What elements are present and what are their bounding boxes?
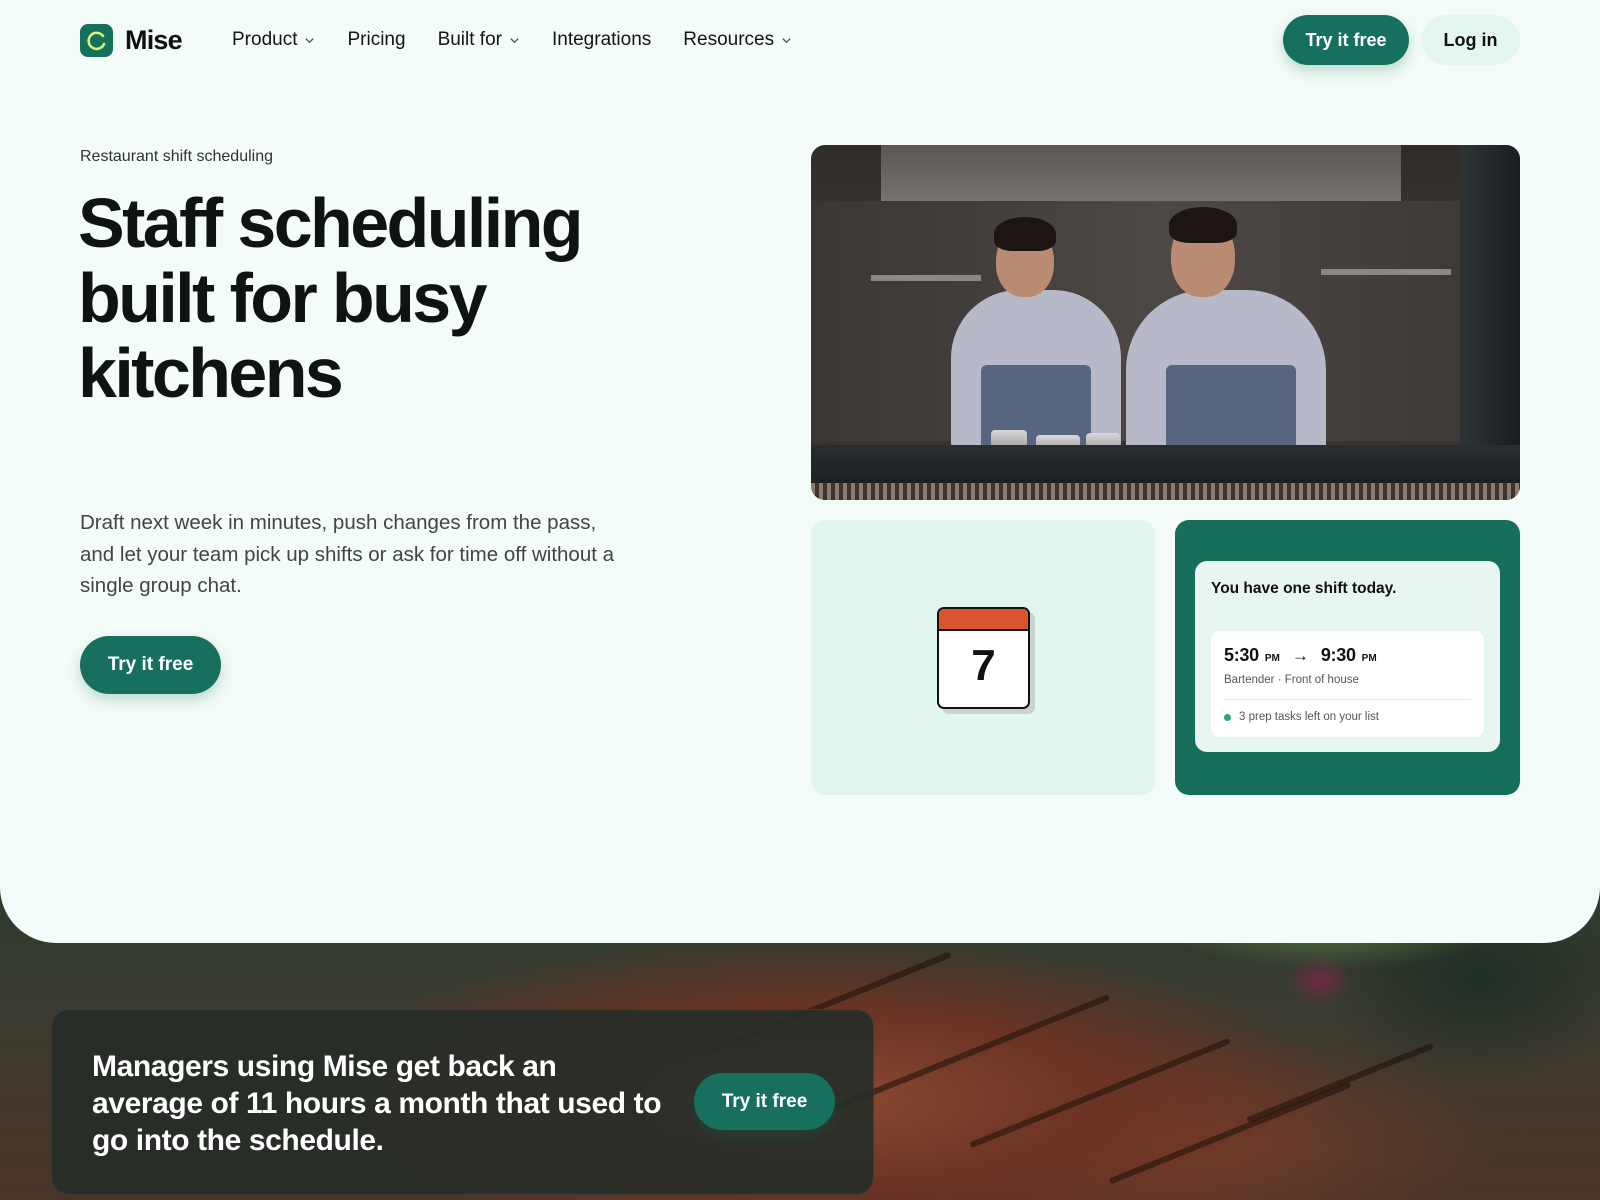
- top-navigation: Mise Product Pricing Built for Integrati…: [80, 14, 1520, 66]
- prep-tasks-status: 3 prep tasks left on your list: [1224, 711, 1379, 723]
- chevron-down-icon: [782, 37, 791, 43]
- nav-item-label: Product: [232, 29, 298, 50]
- arrow-right-icon: →: [1291, 646, 1309, 665]
- nav-try-free-button[interactable]: Try it free: [1283, 15, 1409, 65]
- kitchen-chefs-photo: [811, 145, 1520, 500]
- shift-end-ampm: PM: [1361, 653, 1377, 664]
- nav-links: Product Pricing Built for Integrations R…: [232, 29, 792, 51]
- brand-logo[interactable]: Mise: [80, 24, 183, 57]
- chevron-down-icon: [305, 37, 315, 43]
- nav-item-pricing[interactable]: Pricing: [347, 29, 405, 51]
- shift-card-title: You have one shift today.: [1211, 580, 1397, 597]
- chevron-down-icon: [510, 37, 519, 43]
- shift-feature-tile: You have one shift today. 5:30 PM → 9:30…: [1175, 520, 1520, 795]
- divider: [1224, 699, 1471, 700]
- logo-mark-icon: [80, 24, 113, 57]
- nav-item-label: Built for: [437, 29, 502, 50]
- shift-start-time: 5:30: [1224, 645, 1259, 665]
- nav-item-built-for[interactable]: Built for: [438, 29, 520, 51]
- hero-section: Mise Product Pricing Built for Integrati…: [0, 0, 1600, 943]
- shift-details: 5:30 PM → 9:30 PM Bartender · Front of h…: [1211, 631, 1484, 737]
- calendar-feature-tile: 7: [811, 520, 1155, 795]
- nav-item-product[interactable]: Product: [232, 29, 315, 51]
- stats-banner: Managers using Mise get back an average …: [51, 1009, 874, 1195]
- hero-subcopy: Draft next week in minutes, push changes…: [80, 511, 615, 597]
- log-in-button[interactable]: Log in: [1421, 15, 1520, 65]
- hero-try-free-button[interactable]: Try it free: [80, 636, 221, 694]
- shift-start-ampm: PM: [1264, 653, 1280, 664]
- nav-item-label: Integrations: [551, 29, 652, 50]
- banner-text: Managers using Mise get back an average …: [92, 1050, 662, 1157]
- shift-times: 5:30 PM → 9:30 PM: [1224, 645, 1383, 666]
- shift-notification-card: You have one shift today. 5:30 PM → 9:30…: [1195, 561, 1500, 752]
- shift-role: Bartender · Front of house: [1224, 674, 1359, 686]
- banner-try-free-button[interactable]: Try it free: [694, 1073, 835, 1130]
- calendar-icon: 7: [937, 607, 1030, 709]
- shift-end-time: 9:30: [1320, 645, 1356, 665]
- nav-item-resources[interactable]: Resources: [683, 29, 792, 51]
- nav-item-label: Resources: [683, 29, 775, 50]
- calendar-day-number: 7: [971, 641, 996, 690]
- prep-tasks-label: 3 prep tasks left on your list: [1239, 711, 1379, 723]
- status-dot-icon: [1224, 713, 1231, 721]
- hero-eyebrow: Restaurant shift scheduling: [80, 148, 273, 165]
- brand-name: Mise: [125, 25, 183, 55]
- nav-item-integrations[interactable]: Integrations: [552, 29, 651, 51]
- hero-headline: Staff scheduling built for busy kitchens: [78, 184, 583, 412]
- nav-item-label: Pricing: [347, 29, 406, 50]
